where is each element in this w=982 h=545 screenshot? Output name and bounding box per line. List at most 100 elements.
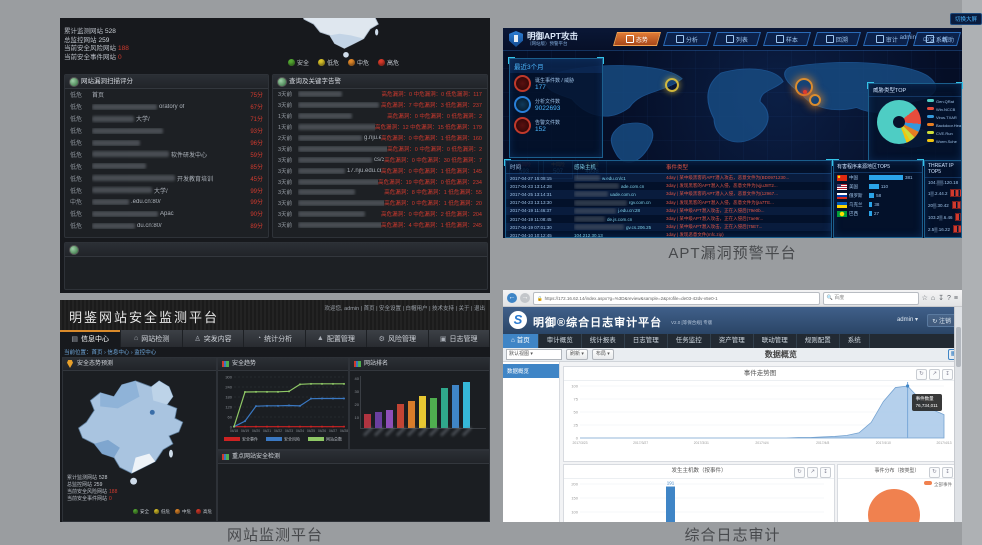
- logout-button[interactable]: ↻ 注销: [927, 314, 956, 327]
- vuln-row[interactable]: 低危开发教育培训45分: [65, 172, 268, 184]
- tab-系统[interactable]: 系统: [840, 334, 870, 348]
- apt-event-row[interactable]: 2017-04-19 07:01:30gv.cs.206.253day | 某中…: [506, 223, 831, 231]
- tab-审计概览[interactable]: 审计概览: [539, 334, 582, 348]
- scrollbar-thumb[interactable]: [956, 327, 961, 367]
- vuln-row[interactable]: 低危93分: [65, 125, 268, 137]
- alert-row[interactable]: 1天前实验室高危漏洞：12 中危漏洞：15 低危漏洞：179: [273, 122, 487, 133]
- alert-row[interactable]: 2天前g.nju.edu.cn:80/高危漏洞：0 中危漏洞：1 低危漏洞：16…: [273, 133, 487, 144]
- vuln-row[interactable]: 低危大学/71分: [65, 113, 268, 125]
- tab-首页[interactable]: ⌂ 首页: [503, 334, 539, 348]
- alert-row[interactable]: 3天前高危漏洞：8 中危漏洞：1 低危漏洞：55: [273, 187, 487, 198]
- apt-help-link[interactable]: 帮助: [942, 35, 954, 44]
- vuln-row[interactable]: 中危.edu.cn:80/99分: [65, 196, 268, 208]
- alert-row[interactable]: 3天前高危漏洞：19 中危漏洞：0 低危漏洞：234: [273, 176, 487, 187]
- legend-item: Gen.QRat: [927, 98, 961, 106]
- panel-toolbar: ↻ ↗ ↧: [916, 369, 953, 380]
- menu-icon[interactable]: ≡: [954, 295, 958, 302]
- vuln-row[interactable]: 低危软件研发中心59分: [65, 148, 268, 160]
- tab-信息中心[interactable]: ▤信息中心: [60, 330, 121, 347]
- vuln-row[interactable]: 低危Apac90分: [65, 208, 268, 220]
- refresh-button[interactable]: 刷新 ▾: [566, 349, 588, 360]
- download-icon[interactable]: ↧: [938, 294, 944, 302]
- tab-日志管理[interactable]: ▣日志管理: [429, 330, 490, 347]
- layout-button[interactable]: 布局 ▾: [592, 349, 614, 360]
- vuln-row[interactable]: 低危oratory of67分: [65, 101, 268, 113]
- apt-username[interactable]: admin: [900, 35, 916, 44]
- tab-联动管理[interactable]: 联动管理: [754, 334, 797, 348]
- alert-row[interactable]: 3天前高危漏洞：7 中危漏洞：3 低危漏洞：237: [273, 100, 487, 111]
- alert-row[interactable]: 1天前高危漏洞：0 中危漏洞：0 低危漏洞：2: [273, 111, 487, 122]
- apt-event-row[interactable]: 2017-04-23 13:14:28ade.com.cn3day | 发现黑客…: [506, 182, 831, 190]
- logaudit-user[interactable]: admin ▾: [897, 316, 918, 323]
- download-icon[interactable]: ↧: [820, 467, 831, 478]
- alert-row[interactable]: 3天前nju.edu.cn:80/高危漏洞：0 中危漏洞：0 低危漏洞：2: [273, 143, 487, 154]
- back-button[interactable]: ←: [507, 293, 517, 303]
- download-icon[interactable]: ↧: [942, 467, 953, 478]
- url-bar[interactable]: 🔒https://172.16.62.14/index.aspx?g=%3D&r…: [533, 292, 820, 305]
- svg-text:04/27: 04/27: [329, 429, 337, 433]
- apt-lang-link[interactable]: 中文: [923, 35, 935, 44]
- stat-icon: [514, 96, 531, 113]
- legend-item: 高危: [378, 58, 399, 67]
- vuln-row[interactable]: 低危首页75分: [65, 89, 268, 101]
- expand-icon[interactable]: ↗: [807, 467, 818, 478]
- apt-event-row[interactable]: 2017-04-25 13:14:31uade.com.cn3day | 某中级…: [506, 190, 831, 198]
- apt-event-row[interactable]: 2017-04-23 13:13:30rgv.com.cn3day | 发现黑客…: [506, 199, 831, 207]
- refresh-icon[interactable]: ↻: [794, 467, 805, 478]
- apt-tab-列表[interactable]: 列表: [713, 32, 761, 46]
- apt-tab-回溯[interactable]: 回溯: [813, 32, 861, 46]
- forward-button[interactable]: →: [520, 293, 530, 303]
- star-icon[interactable]: ☆: [922, 294, 928, 302]
- site-name: [92, 163, 250, 169]
- alert-row[interactable]: 3天前高危漏洞：0 中危漏洞：2 低危漏洞：204: [273, 209, 487, 220]
- apt-event-row[interactable]: 2017-04-27 15:08:15w.edu.cn/c14day | 某中级…: [506, 174, 831, 182]
- refresh-icon[interactable]: ↻: [929, 467, 940, 478]
- apt-event-row[interactable]: 2017-04-19 11:46:37j.edu.cn:283day | 某中级…: [506, 207, 831, 215]
- vuln-row[interactable]: 低危大学/99分: [65, 184, 268, 196]
- refresh-icon[interactable]: ↻: [916, 369, 927, 380]
- view-select[interactable]: 默认视图 ▾: [506, 349, 562, 360]
- webmon-userbar[interactable]: 欢迎您, admin | 首页 | 安全设置 | 白帽用户 | 技术支持 | 关…: [325, 304, 485, 312]
- event-pie: [868, 489, 920, 522]
- apt-tab-分析[interactable]: 分析: [663, 32, 711, 46]
- tab-统计报表[interactable]: 统计报表: [582, 334, 625, 348]
- tab-统计分析[interactable]: ◔统计分析: [244, 330, 305, 347]
- svg-text:100: 100: [571, 510, 578, 515]
- legend-item: Worm.Sche: [927, 138, 961, 146]
- country-bar: [869, 175, 903, 180]
- download-icon[interactable]: ↧: [942, 369, 953, 380]
- country-bar: [869, 202, 872, 207]
- legend-dot-icon: [378, 59, 385, 66]
- threat-ip: 1▒.2.44.2: [928, 191, 947, 196]
- tab-风险管理[interactable]: ⚙风险管理: [367, 330, 428, 347]
- alert-row[interactable]: 3天前17.nju.edu.cn:80/高危漏洞：0 中危漏洞：1 低危漏洞：1…: [273, 165, 487, 176]
- tab-突发内容[interactable]: ♙突发内容: [183, 330, 244, 347]
- tab-日志管理[interactable]: 日志管理: [625, 334, 668, 348]
- tab-网站检测[interactable]: ⌂网站检测: [121, 330, 182, 347]
- tab-资产管理[interactable]: 资产管理: [711, 334, 754, 348]
- alert-row[interactable]: 3天前高危漏洞：0 中危漏洞：0 低危漏洞：117: [273, 89, 487, 100]
- scrollbar[interactable]: [954, 307, 962, 522]
- vuln-row[interactable]: 低危96分: [65, 137, 268, 149]
- apt-event-row[interactable]: 2017-04-10 10:12:45104.212.30.131day | 发…: [506, 231, 831, 239]
- vuln-row[interactable]: 低危du.cn:80/89分: [65, 220, 268, 232]
- home-icon[interactable]: ⌂: [931, 295, 935, 302]
- sidebar-item-overview[interactable]: 数据概览: [503, 364, 559, 378]
- help-icon[interactable]: ?: [947, 295, 951, 302]
- vuln-row[interactable]: 低危85分: [65, 160, 268, 172]
- alert-row[interactable]: 3天前cs/3.4.32高危漏洞：0 中危漏洞：30 低危漏洞：7: [273, 154, 487, 165]
- alert-row[interactable]: 3天前Laboratory of Microstructures高危漏洞：4 中…: [273, 220, 487, 231]
- apt-tab-态势[interactable]: 态势: [613, 32, 661, 46]
- search-field[interactable]: 🔍 百度: [823, 292, 919, 305]
- svg-text:240: 240: [225, 385, 232, 390]
- tab-任务监控[interactable]: 任务监控: [668, 334, 711, 348]
- apt-event-row[interactable]: 2017-04-19 11:08:45de.js.com.cn3day | 某中…: [506, 215, 831, 223]
- country-name: 俄罗斯: [849, 193, 867, 199]
- tab-配置管理[interactable]: ▲配置管理: [306, 330, 367, 347]
- expand-icon[interactable]: ↗: [929, 369, 940, 380]
- tab-规则配置[interactable]: 规则配置: [797, 334, 840, 348]
- country-rows: 中国381美国110俄罗斯58乌克兰38巴西27: [834, 173, 922, 218]
- big-screen-toggle[interactable]: 切换大屏: [950, 13, 982, 25]
- apt-tab-样本[interactable]: 样本: [763, 32, 811, 46]
- alert-row[interactable]: 3天前高危漏洞：0 中危漏洞：1 低危漏洞：20: [273, 198, 487, 209]
